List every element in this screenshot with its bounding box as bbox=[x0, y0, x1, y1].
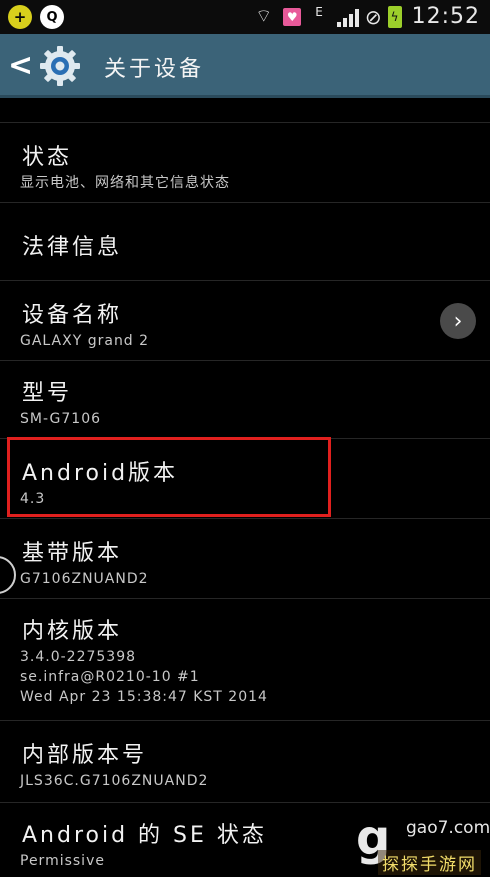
signal-icon bbox=[336, 7, 359, 27]
item-title: Android 的 SE 状态 bbox=[22, 823, 267, 848]
highlight-box bbox=[7, 437, 331, 517]
item-subtitle: JLS36C.G7106ZNUAND2 bbox=[20, 773, 209, 789]
settings-gear-icon[interactable] bbox=[38, 44, 82, 88]
watermark-site: gao7.com bbox=[406, 818, 490, 838]
wifi-icon: ⌔ bbox=[255, 5, 273, 27]
item-subtitle: G7106ZNUAND2 bbox=[20, 571, 149, 587]
chevron-right-icon[interactable]: › bbox=[440, 303, 476, 339]
network-type-label: E bbox=[315, 4, 323, 19]
status-bar: + Q ⌔ ♥ E ⊘ ϟ 12:52 bbox=[0, 0, 490, 34]
item-subtitle: 显示电池、网络和其它信息状态 bbox=[20, 175, 230, 191]
list-item-device-name[interactable]: 设备名称 GALAXY grand 2 › bbox=[0, 280, 490, 361]
item-title: 型号 bbox=[22, 381, 73, 406]
watermark: g gao7.com 探探手游网 bbox=[356, 812, 490, 876]
qq-notification-icon: Q bbox=[40, 5, 64, 29]
system-icons: ⌔ ♥ E ⊘ ϟ 12:52 bbox=[255, 4, 480, 29]
notification-icons: + Q bbox=[8, 5, 64, 29]
no-sim-icon: ⊘ bbox=[364, 4, 382, 29]
action-bar: < 关于设备 bbox=[0, 34, 490, 98]
battery-charging-icon: ϟ bbox=[387, 5, 402, 28]
item-title: 内核版本 bbox=[22, 619, 123, 644]
list-item-baseband: 基带版本 G7106ZNUAND2 bbox=[0, 518, 490, 599]
list-item-status[interactable]: 状态 显示电池、网络和其它信息状态 bbox=[0, 122, 490, 203]
heart-app-icon: ♥ bbox=[283, 7, 302, 26]
list-item-build-number: 内部版本号 JLS36C.G7106ZNUAND2 bbox=[0, 720, 490, 803]
clock: 12:52 bbox=[411, 4, 480, 29]
list-item-model: 型号 SM-G7106 bbox=[0, 360, 490, 439]
watermark-tag: 探探手游网 bbox=[378, 850, 481, 875]
item-subtitle: Permissive bbox=[20, 853, 105, 869]
item-subtitle: 3.4.0-2275398 se.infra@R0210-10 #1 Wed A… bbox=[20, 649, 268, 705]
item-title: 法律信息 bbox=[22, 235, 123, 260]
page-title: 关于设备 bbox=[104, 57, 205, 82]
plus-notification-icon: + bbox=[8, 5, 32, 29]
item-title: 设备名称 bbox=[22, 303, 123, 328]
item-subtitle: GALAXY grand 2 bbox=[20, 333, 150, 349]
item-title: 状态 bbox=[22, 145, 73, 170]
list-item-kernel: 内核版本 3.4.0-2275398 se.infra@R0210-10 #1 … bbox=[0, 598, 490, 721]
item-title: 内部版本号 bbox=[22, 743, 148, 768]
item-title: 基带版本 bbox=[22, 541, 123, 566]
list-item-legal[interactable]: 法律信息 bbox=[0, 202, 490, 281]
item-subtitle: SM-G7106 bbox=[20, 411, 102, 427]
back-button[interactable]: < bbox=[8, 48, 33, 84]
